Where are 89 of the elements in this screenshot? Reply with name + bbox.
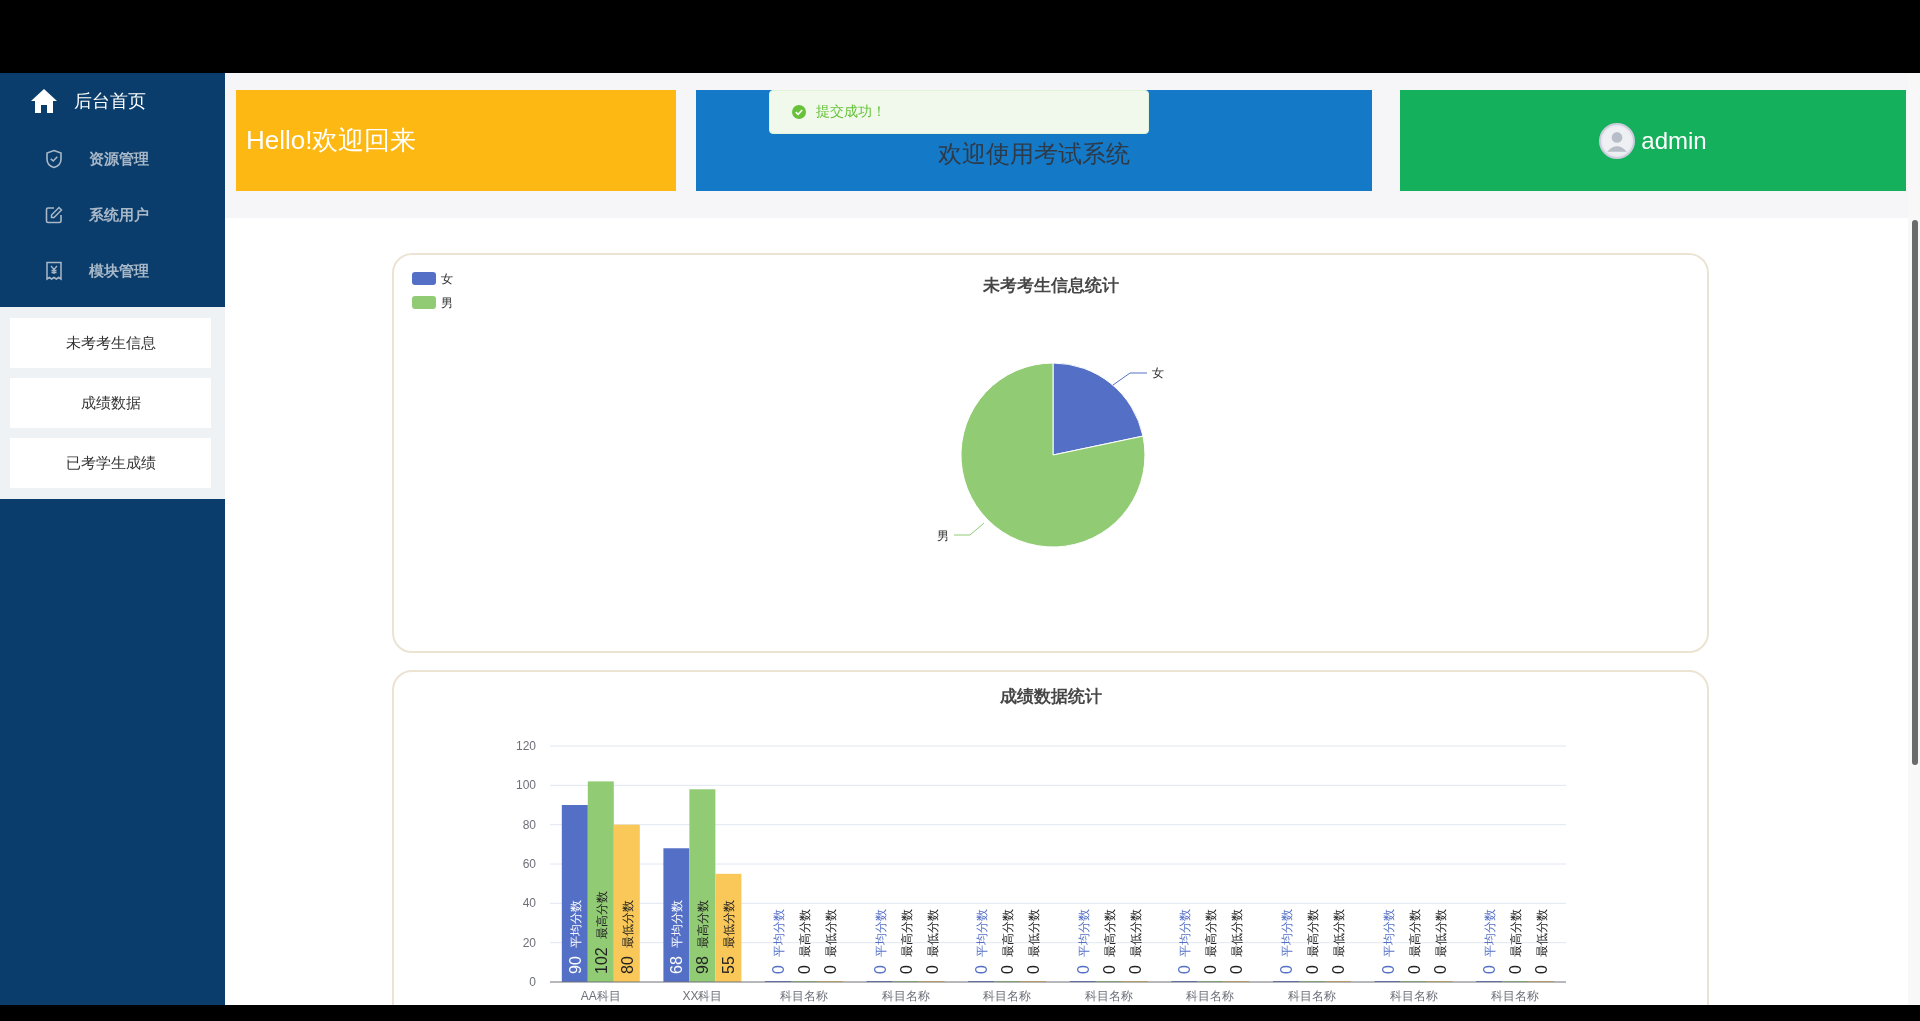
- bar-value-label: 68: [668, 956, 686, 974]
- series-label: 平均分数: [1483, 909, 1498, 957]
- axis-label: 科目名称: [1288, 989, 1336, 1003]
- menu-label: 资源管理: [89, 149, 149, 169]
- series-label: 最高分数: [899, 909, 914, 957]
- series-label: 最高分数: [1407, 909, 1422, 957]
- series-label: 最高分数: [696, 900, 711, 948]
- bar-value-label: 102: [592, 947, 610, 974]
- series-label: 最低分数: [925, 909, 940, 957]
- bar-value-label: 0: [1533, 965, 1551, 974]
- axis-label: AA科目: [580, 989, 621, 1003]
- axis-label: XX科目: [682, 989, 723, 1003]
- bar-value-label: 0: [1126, 965, 1144, 974]
- axis-tick-label: 80: [522, 817, 536, 832]
- series-label: 平均分数: [1381, 909, 1396, 957]
- axis-label: 科目名称: [983, 989, 1032, 1003]
- bar-value-label: 0: [1176, 965, 1194, 974]
- username: admin: [1641, 126, 1707, 155]
- menu-label: 后台首页: [74, 90, 146, 113]
- welcome-text: 欢迎使用考试系统: [938, 138, 1130, 169]
- menu-label: 系统用户: [89, 205, 149, 225]
- series-label: 最低分数: [1433, 909, 1448, 957]
- bar-value-label: 0: [1202, 965, 1220, 974]
- chart-title: 未考考生信息统计: [983, 276, 1119, 295]
- bar-value-label: 0: [770, 965, 787, 974]
- axis-label: 科目名称: [881, 989, 930, 1003]
- series-label: 最低分数: [824, 909, 838, 957]
- chart-title: 成绩数据统计: [1000, 687, 1102, 706]
- series-label: 最低分数: [1027, 909, 1042, 957]
- series-label: 最高分数: [1001, 909, 1016, 957]
- series-label: 最低分数: [1332, 909, 1346, 957]
- bar-value-label: 80: [618, 956, 636, 974]
- series-label: 平均分数: [873, 909, 888, 957]
- series-label: 最低分数: [722, 900, 737, 948]
- bar-value-label: 0: [1379, 965, 1397, 974]
- series-label: 最低分数: [1128, 909, 1143, 957]
- bar-value-label: 98: [694, 956, 712, 974]
- toast-message: 提交成功！: [816, 103, 886, 121]
- bar-value-label: 0: [1278, 965, 1295, 974]
- bar-value-label: 0: [1405, 965, 1423, 974]
- series-label: 最高分数: [594, 891, 609, 939]
- series-label: 最高分数: [1509, 909, 1524, 957]
- bar-value-label: 0: [796, 965, 813, 974]
- series-label: 最高分数: [1306, 909, 1320, 957]
- axis-label: 科目名称: [1186, 989, 1235, 1003]
- slice-label: 男: [937, 529, 949, 543]
- axis-tick-label: 40: [522, 896, 536, 911]
- axis-label: 科目名称: [1389, 989, 1438, 1003]
- axis-tick-label: 120: [515, 739, 536, 753]
- series-label: 平均分数: [1076, 909, 1091, 957]
- series-label: 最高分数: [798, 909, 812, 957]
- axis-tick-label: 0: [529, 975, 536, 989]
- bar-value-label: 0: [1025, 965, 1043, 974]
- axis-label: 科目名称: [1491, 989, 1540, 1003]
- bar-value-label: 0: [1481, 965, 1499, 974]
- bar-value-label: 0: [1100, 965, 1118, 974]
- bar-value-label: 0: [923, 965, 941, 974]
- bar-value-label: 90: [566, 956, 584, 974]
- bar-value-label: 0: [871, 965, 889, 974]
- bar-value-label: 55: [720, 956, 738, 974]
- bar-value-label: 0: [1431, 965, 1449, 974]
- bar-value-label: 0: [822, 965, 839, 974]
- series-label: 平均分数: [568, 900, 583, 948]
- series-label: 平均分数: [670, 900, 685, 948]
- series-label: 最低分数: [1535, 909, 1550, 957]
- bar-value-label: 0: [973, 965, 991, 974]
- series-label: 平均分数: [772, 909, 786, 957]
- greeting-text: Hello!欢迎回来: [246, 124, 417, 157]
- slice-label: 女: [1152, 366, 1164, 380]
- bar-value-label: 0: [1074, 965, 1092, 974]
- series-label: 最高分数: [1204, 909, 1219, 957]
- bar-value-label: 0: [897, 965, 915, 974]
- series-label: 最低分数: [620, 900, 635, 948]
- menu-label: 模块管理: [89, 261, 149, 281]
- series-label: 平均分数: [975, 909, 990, 957]
- series-label: 平均分数: [1280, 909, 1294, 957]
- bar-value-label: 0: [1330, 965, 1347, 974]
- series-label: 平均分数: [1178, 909, 1193, 957]
- axis-label: 科目名称: [1084, 989, 1133, 1003]
- bar-value-label: 0: [1304, 965, 1321, 974]
- series-label: 最高分数: [1102, 909, 1117, 957]
- series-label: 最低分数: [1230, 909, 1245, 957]
- axis-tick-label: 20: [522, 935, 536, 950]
- bar-value-label: 0: [1507, 965, 1525, 974]
- bar-value-label: 0: [1228, 965, 1246, 974]
- axis-tick-label: 100: [515, 778, 536, 793]
- bar-value-label: 0: [999, 965, 1017, 974]
- axis-tick-label: 60: [522, 857, 536, 871]
- axis-label: 科目名称: [780, 989, 828, 1003]
